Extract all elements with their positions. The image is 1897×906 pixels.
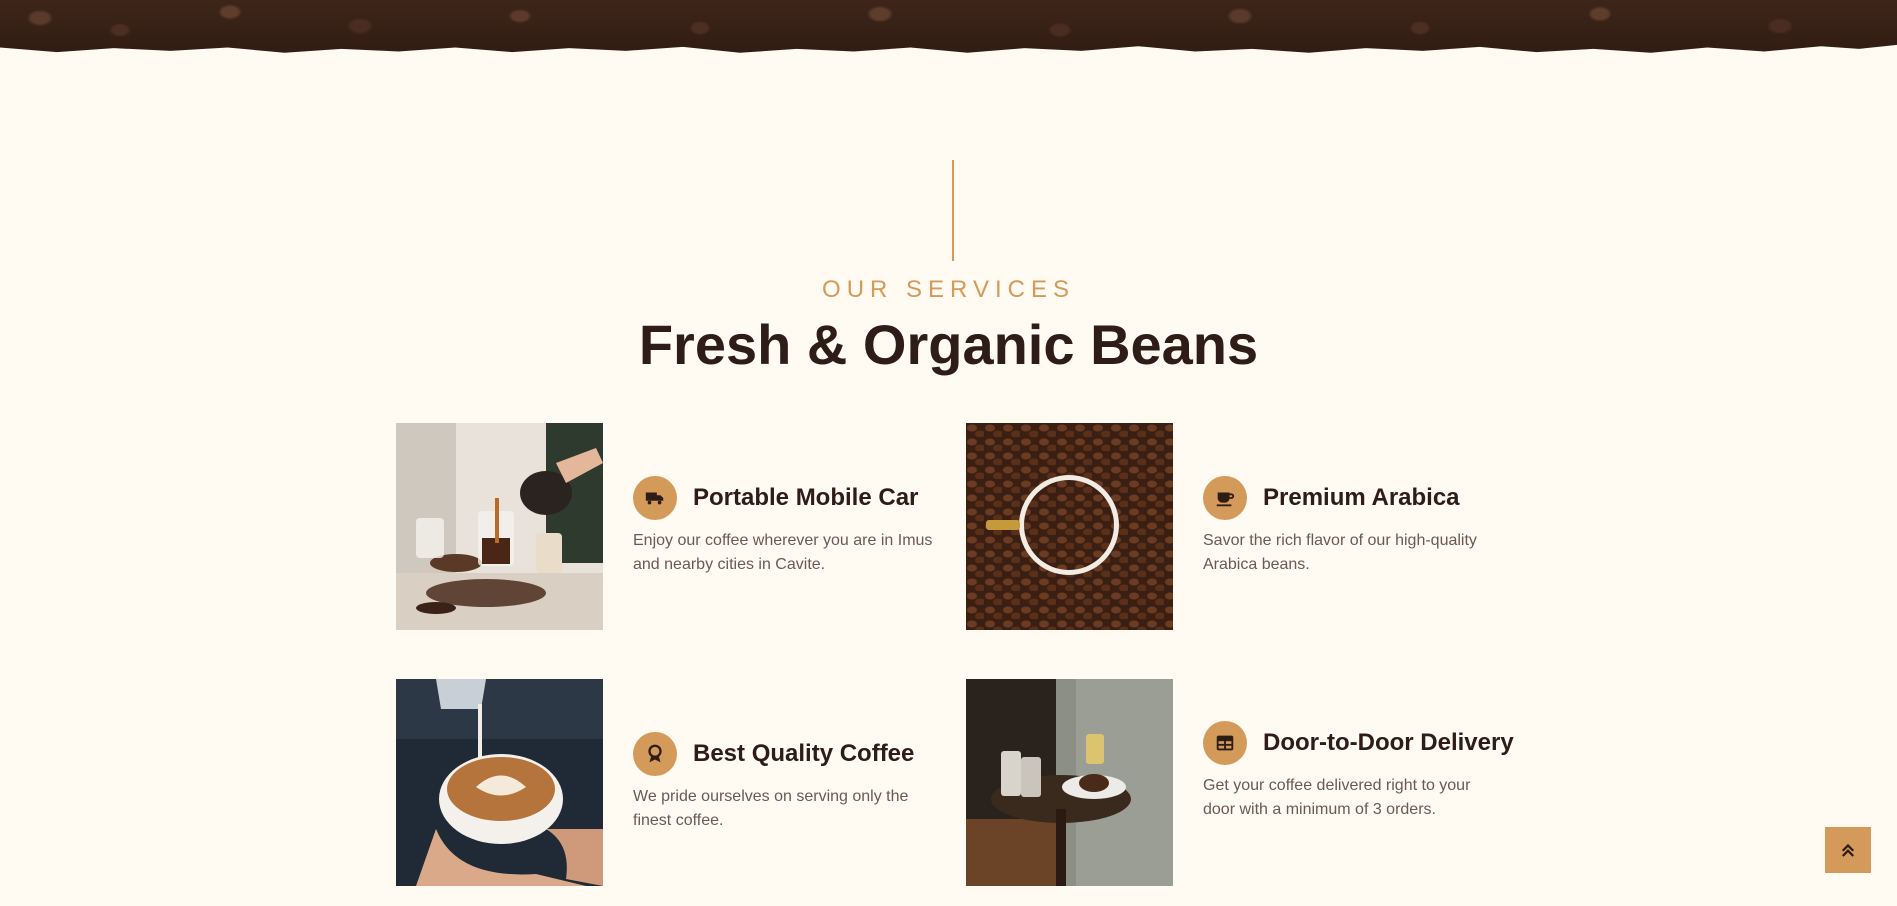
service-card-portable-mobile-car: Portable Mobile Car Enjoy our coffee whe… (396, 423, 956, 630)
pour-over-coffee-image (396, 423, 603, 630)
section-divider-line (952, 160, 954, 261)
service-title: Portable Mobile Car (693, 484, 919, 511)
coffee-beans-header-band (0, 0, 1897, 53)
section-eyebrow: OUR SERVICES (822, 276, 1075, 303)
service-title-row: Premium Arabica (1203, 476, 1460, 520)
section-headline: Fresh & Organic Beans (638, 313, 1259, 376)
service-info: Door-to-Door Delivery Get your coffee de… (1203, 679, 1514, 886)
coffee-cup-icon (1203, 476, 1247, 520)
service-card-premium-arabica: Premium Arabica Savor the rich flavor of… (966, 423, 1526, 630)
award-icon (633, 732, 677, 776)
service-title-row: Portable Mobile Car (633, 476, 918, 520)
service-card-best-quality-coffee: Best Quality Coffee We pride ourselves o… (396, 679, 956, 886)
coffee-beans-cup-image (966, 423, 1173, 630)
service-description: Enjoy our coffee wherever you are in Imu… (633, 532, 933, 573)
back-to-top-button[interactable] (1825, 827, 1871, 873)
service-title: Premium Arabica (1263, 484, 1460, 511)
service-title-row: Door-to-Door Delivery (1203, 721, 1514, 765)
double-chevron-up-icon (1839, 841, 1857, 859)
cafe-table-image (966, 679, 1173, 886)
service-title-row: Best Quality Coffee (633, 732, 914, 776)
table-icon (1203, 721, 1247, 765)
service-title: Best Quality Coffee (693, 740, 915, 767)
service-description: Savor the rich flavor of our high-qualit… (1203, 532, 1477, 573)
service-card-door-to-door-delivery: Door-to-Door Delivery Get your coffee de… (966, 679, 1526, 886)
latte-art-image (396, 679, 603, 886)
service-description: We pride ourselves on serving only the f… (633, 788, 909, 829)
service-info: Portable Mobile Car Enjoy our coffee whe… (633, 423, 933, 630)
service-title: Door-to-Door Delivery (1263, 729, 1514, 756)
service-info: Premium Arabica Savor the rich flavor of… (1203, 423, 1503, 630)
services-page: OUR SERVICES Fresh & Organic Beans Porta… (0, 0, 1897, 906)
truck-icon (633, 476, 677, 520)
service-description: Get your coffee delivered right to your … (1203, 777, 1471, 818)
service-info: Best Quality Coffee We pride ourselves o… (633, 679, 933, 886)
